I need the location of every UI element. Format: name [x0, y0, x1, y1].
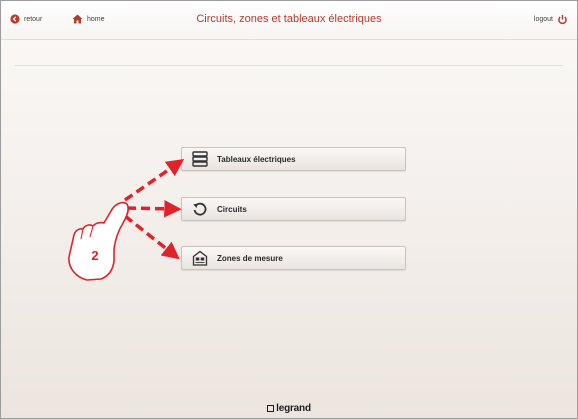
legrand-logo-mark — [267, 405, 275, 412]
measurement-zone-icon — [191, 249, 209, 267]
arrow-to-circuits — [126, 200, 182, 218]
page-title: Circuits, zones et tableaux électriques — [196, 13, 382, 25]
electrical-panels-label: Tableaux électriques — [217, 154, 296, 164]
logout-button[interactable]: logout — [534, 14, 568, 25]
power-icon — [557, 14, 568, 25]
circuits-button[interactable]: Circuits — [181, 197, 406, 221]
arrow-to-panels — [124, 159, 185, 202]
legrand-logo: legrand — [1, 403, 577, 414]
pointing-hand-icon — [68, 201, 130, 281]
logout-label: logout — [533, 16, 553, 23]
legrand-logo-text: legrand — [276, 403, 311, 414]
circuit-arrow-icon — [191, 200, 209, 218]
electrical-panels-button[interactable]: Tableaux électriques — [181, 147, 406, 171]
panel-icon — [191, 150, 209, 168]
measurement-zones-label: Zones de mesure — [217, 253, 283, 263]
header-divider — [15, 65, 563, 66]
step-number: 2 — [91, 248, 98, 263]
app-screen: retour home Circuits, zones et tableaux … — [0, 0, 578, 419]
circuits-label: Circuits — [217, 204, 247, 214]
arrow-to-zones — [123, 214, 180, 260]
measurement-zones-button[interactable]: Zones de mesure — [181, 246, 406, 270]
top-bar: retour home Circuits, zones et tableaux … — [1, 1, 577, 40]
